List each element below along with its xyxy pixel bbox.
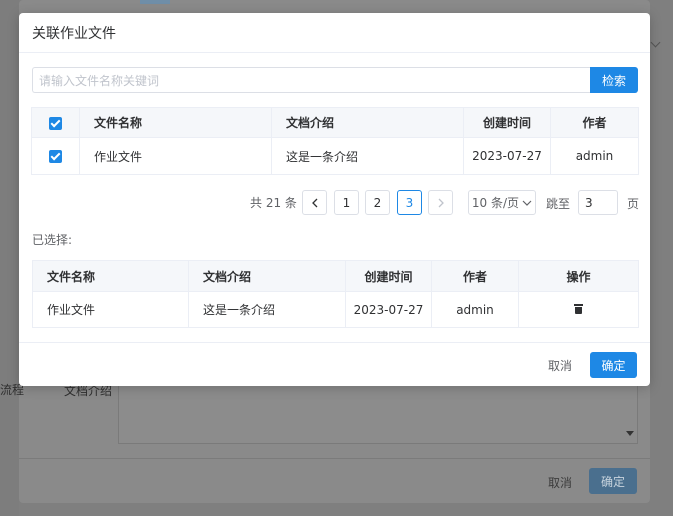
goto-page-input[interactable]: 3 xyxy=(578,190,618,215)
cell-created: 2023-07-27 xyxy=(463,137,551,175)
page-size-select[interactable]: 10 条/页 xyxy=(468,190,536,215)
search-input[interactable]: 请输入文件名称关键词 xyxy=(32,67,590,93)
selected-column-created: 创建时间 xyxy=(345,260,432,292)
file-table: 文件名称 文档介绍 创建时间 作者 作业文件 这是一条介绍 2023-07-27… xyxy=(31,107,639,175)
page-size-value: 10 条/页 xyxy=(471,196,520,210)
column-header-created: 创建时间 xyxy=(463,107,551,138)
cell-intro: 这是一条介绍 xyxy=(271,137,464,175)
background-cancel-button: 取消 xyxy=(548,476,573,490)
background-top-link xyxy=(140,0,170,4)
goto-label: 跳至 xyxy=(546,197,571,211)
delete-icon[interactable] xyxy=(574,304,583,314)
column-header-intro: 文档介绍 xyxy=(271,107,464,138)
selected-table: 文件名称 文档介绍 创建时间 作者 操作 作业文件 这是一条介绍 2023-07… xyxy=(32,260,639,328)
background-scroll-down-icon xyxy=(626,431,634,436)
pagination: 共 21 条 1 2 3 10 条/页 跳至 3 页 xyxy=(19,190,650,216)
confirm-button[interactable]: 确定 xyxy=(590,352,637,378)
selected-column-intro: 文档介绍 xyxy=(188,260,346,292)
chevron-right-icon xyxy=(438,198,444,207)
selected-column-action: 操作 xyxy=(518,260,639,292)
selected-row: 作业文件 这是一条介绍 2023-07-27 admin xyxy=(32,291,639,328)
prev-page-button[interactable] xyxy=(302,190,327,215)
selected-column-author: 作者 xyxy=(431,260,519,292)
selected-header-row: 文件名称 文档介绍 创建时间 作者 操作 xyxy=(32,260,639,292)
link-file-modal: 关联作业文件 请输入文件名称关键词 检索 文件名称 文档介绍 创建时间 作者 作… xyxy=(19,13,650,386)
selected-cell-name: 作业文件 xyxy=(32,291,189,328)
selected-label: 已选择: xyxy=(32,233,73,247)
selected-cell-intro: 这是一条介绍 xyxy=(188,291,346,328)
select-all-cell[interactable] xyxy=(31,107,80,138)
selected-cell-created: 2023-07-27 xyxy=(345,291,432,328)
chevron-left-icon xyxy=(311,198,317,207)
page-button-1[interactable]: 1 xyxy=(334,190,359,215)
cell-author: admin xyxy=(550,137,639,175)
cell-name: 作业文件 xyxy=(79,137,272,175)
pagination-total: 共 21 条 xyxy=(250,196,297,210)
column-header-name: 文件名称 xyxy=(79,107,272,138)
modal-title: 关联作业文件 xyxy=(19,13,650,53)
background-textarea xyxy=(118,386,638,444)
selected-cell-author: admin xyxy=(431,291,519,328)
selected-cell-action xyxy=(518,291,639,328)
background-left-strip xyxy=(0,0,19,516)
background-footer-divider xyxy=(19,458,650,459)
search-row: 请输入文件名称关键词 检索 xyxy=(32,67,638,93)
table-row[interactable]: 作业文件 这是一条介绍 2023-07-27 admin xyxy=(31,137,639,175)
page-button-3[interactable]: 3 xyxy=(397,190,422,215)
column-header-author: 作者 xyxy=(550,107,639,138)
cancel-button[interactable]: 取消 xyxy=(539,352,581,378)
table-header-row: 文件名称 文档介绍 创建时间 作者 xyxy=(31,107,639,138)
page-unit-label: 页 xyxy=(627,197,640,211)
row-checkbox[interactable] xyxy=(49,150,62,163)
modal-footer-divider xyxy=(19,342,650,343)
background-chevron-down-icon xyxy=(650,37,661,48)
chevron-down-icon xyxy=(522,200,532,206)
next-page-button[interactable] xyxy=(428,190,453,215)
select-all-checkbox[interactable] xyxy=(49,116,62,130)
page-button-2[interactable]: 2 xyxy=(365,190,390,215)
selected-column-name: 文件名称 xyxy=(32,260,189,292)
row-select-cell[interactable] xyxy=(31,137,80,175)
search-button[interactable]: 检索 xyxy=(590,67,638,93)
background-ok-button: 确定 xyxy=(589,468,637,494)
